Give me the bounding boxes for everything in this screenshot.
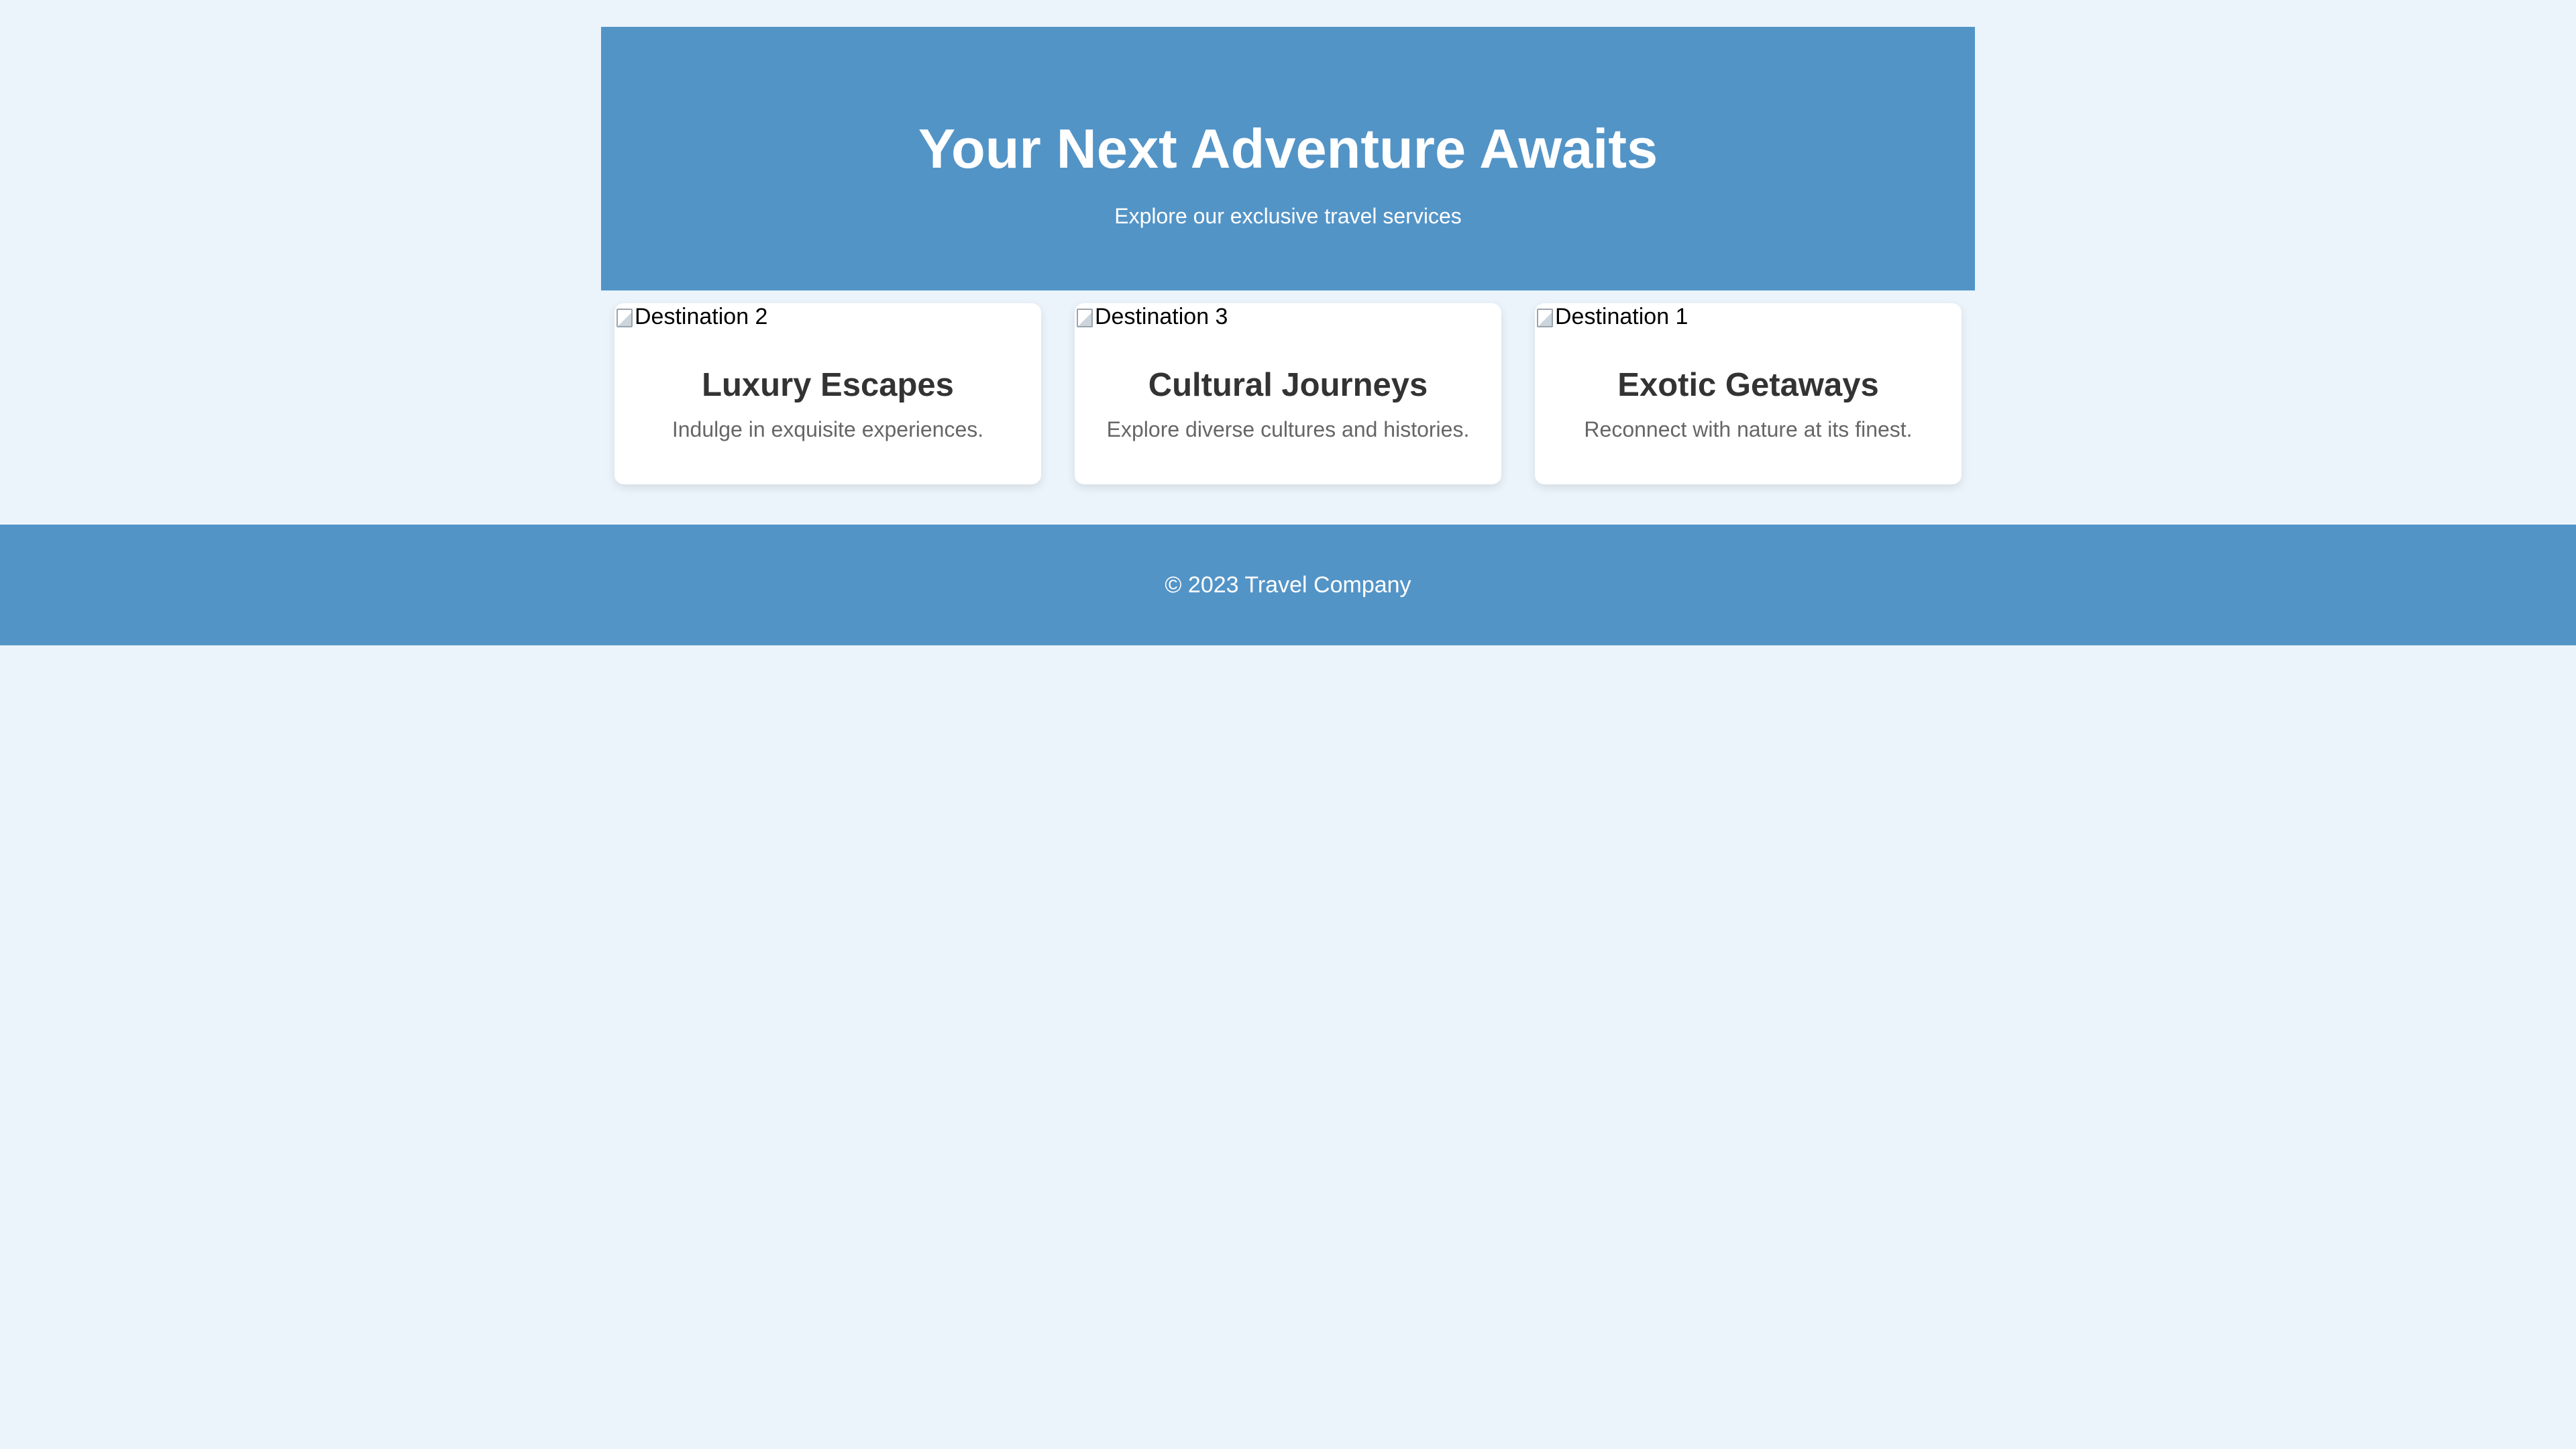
service-card-cultural-journeys[interactable]: Destination 3 Cultural Journeys Explore … <box>1075 303 1501 484</box>
card-image: Destination 1 <box>1535 303 1688 330</box>
broken-image-icon <box>1075 307 1093 327</box>
card-image-alt: Destination 2 <box>635 303 768 329</box>
hero-title: Your Next Adventure Awaits <box>918 117 1658 180</box>
hero-banner: Your Next Adventure Awaits Explore our e… <box>601 27 1975 290</box>
card-title: Luxury Escapes <box>702 367 954 403</box>
broken-image-icon <box>614 307 633 327</box>
card-title: Exotic Getaways <box>1617 367 1879 403</box>
site-footer: © 2023 Travel Company <box>0 525 2576 645</box>
footer-copyright: © 2023 Travel Company <box>1165 572 1411 598</box>
card-image: Destination 2 <box>614 303 767 330</box>
card-description: Reconnect with nature at its finest. <box>1584 417 1913 441</box>
card-image-alt: Destination 1 <box>1555 303 1688 329</box>
card-image: Destination 3 <box>1075 303 1228 330</box>
broken-image-icon <box>1535 307 1554 327</box>
card-title: Cultural Journeys <box>1148 367 1428 403</box>
hero-subtitle: Explore our exclusive travel services <box>1114 204 1462 228</box>
service-cards: Destination 2 Luxury Escapes Indulge in … <box>614 303 1962 484</box>
card-description: Explore diverse cultures and histories. <box>1106 417 1470 441</box>
service-card-exotic-getaways[interactable]: Destination 1 Exotic Getaways Reconnect … <box>1535 303 1962 484</box>
card-description: Indulge in exquisite experiences. <box>672 417 984 441</box>
service-card-luxury-escapes[interactable]: Destination 2 Luxury Escapes Indulge in … <box>614 303 1041 484</box>
card-image-alt: Destination 3 <box>1095 303 1228 329</box>
